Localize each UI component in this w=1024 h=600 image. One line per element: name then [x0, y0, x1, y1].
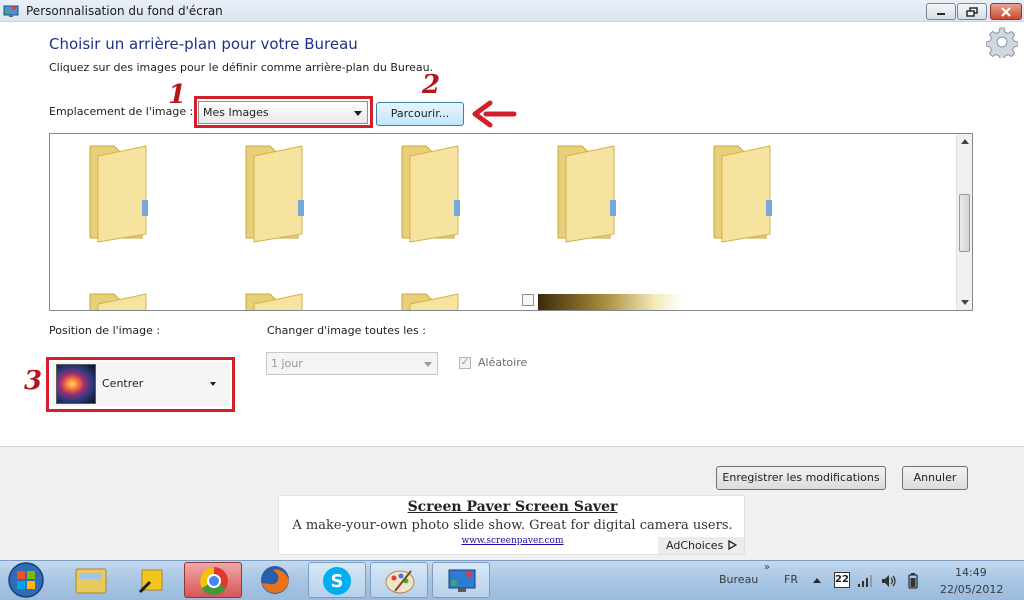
- cancel-button[interactable]: Annuler: [902, 466, 968, 490]
- location-select[interactable]: Mes Images: [198, 101, 368, 124]
- folder-icon[interactable]: [84, 286, 174, 311]
- interval-label: Changer d'image toutes les :: [267, 324, 426, 337]
- folder-icon[interactable]: [240, 286, 330, 311]
- annotation-number-2: 2: [422, 70, 441, 100]
- clock-time[interactable]: 14:49: [955, 566, 987, 579]
- calendar-tray-icon[interactable]: 22: [834, 572, 850, 588]
- scroll-up-icon[interactable]: [961, 139, 969, 144]
- chevron-down-icon: [424, 362, 432, 367]
- chrome-icon: [200, 567, 228, 595]
- toolbar-chevron-icon[interactable]: »: [764, 562, 770, 573]
- personalization-icon: [448, 569, 476, 592]
- minimize-button[interactable]: [926, 3, 956, 20]
- toolbar-label-bureau[interactable]: Bureau: [719, 573, 758, 586]
- scroll-thumb[interactable]: [959, 194, 970, 252]
- page-title: Choisir un arrière-plan pour votre Burea…: [49, 35, 358, 53]
- network-signal-icon[interactable]: [857, 574, 873, 588]
- clock-date[interactable]: 22/05/2012: [940, 583, 1003, 596]
- firefox-icon: [261, 566, 289, 594]
- volume-icon[interactable]: [881, 574, 897, 588]
- gear-icon: [986, 27, 1018, 58]
- taskbar-personalization[interactable]: [432, 562, 490, 598]
- close-icon: [1001, 6, 1011, 17]
- paint-icon: [385, 570, 415, 594]
- title-bar: Personnalisation du fond d'écran: [0, 0, 1024, 22]
- taskbar-paint[interactable]: [370, 562, 428, 598]
- close-button[interactable]: [990, 3, 1022, 20]
- shuffle-label: Aléatoire: [478, 356, 528, 369]
- wallpaper-preview-thumbnail: [56, 364, 96, 404]
- chevron-down-icon: [354, 111, 362, 116]
- folder-icon[interactable]: [708, 138, 798, 248]
- image-gallery[interactable]: [49, 133, 973, 311]
- taskbar-skype[interactable]: S: [308, 562, 366, 598]
- arrow-left-icon: [472, 100, 517, 128]
- page-instructions: Cliquez sur des images pour le définir c…: [49, 61, 434, 74]
- annotation-number-3: 3: [24, 366, 43, 396]
- show-hidden-icons-icon[interactable]: [812, 576, 822, 584]
- position-select-value: Centrer: [102, 377, 144, 390]
- adchoices-label: AdChoices: [666, 539, 724, 552]
- restore-icon: [966, 6, 978, 17]
- window-title: Personnalisation du fond d'écran: [26, 4, 223, 18]
- folder-icon[interactable]: [84, 138, 174, 248]
- interval-select[interactable]: 1 jour: [266, 352, 438, 375]
- ad-description: A make-your-own photo slide show. Great …: [292, 518, 733, 533]
- gallery-scrollbar[interactable]: [956, 134, 972, 310]
- browse-button[interactable]: Parcourir...: [376, 102, 464, 126]
- chevron-down-icon: [210, 382, 216, 386]
- svg-text:S: S: [331, 571, 344, 592]
- folder-icon[interactable]: [552, 138, 642, 248]
- taskbar-shortcut[interactable]: [122, 562, 180, 598]
- windows-explorer-icon: [75, 568, 107, 594]
- ad-title[interactable]: Screen Paver Screen Saver: [279, 499, 746, 515]
- advertisement[interactable]: Screen Paver Screen Saver A make-your-ow…: [278, 495, 745, 555]
- taskbar-firefox[interactable]: [246, 562, 304, 598]
- image-select-checkbox[interactable]: [522, 294, 534, 306]
- taskbar-chrome[interactable]: [184, 562, 242, 598]
- taskbar-windows-explorer[interactable]: [62, 562, 120, 598]
- folder-icon[interactable]: [396, 138, 486, 248]
- shortcut-icon: [138, 569, 163, 594]
- position-select[interactable]: Centrer: [52, 362, 230, 406]
- language-indicator[interactable]: FR: [784, 573, 798, 586]
- interval-select-value: 1 jour: [271, 357, 303, 370]
- position-label: Position de l'image :: [49, 324, 161, 337]
- restore-button[interactable]: [957, 3, 987, 20]
- annotation-number-1: 1: [168, 80, 187, 110]
- personalization-app-icon: [3, 5, 19, 17]
- location-select-value: Mes Images: [203, 106, 269, 119]
- adchoices-icon: [728, 539, 738, 551]
- adchoices-badge[interactable]: AdChoices: [658, 537, 744, 554]
- skype-icon: S: [323, 567, 351, 595]
- start-button-icon[interactable]: [6, 561, 46, 599]
- scroll-down-icon[interactable]: [961, 300, 969, 305]
- folder-icon[interactable]: [396, 286, 486, 311]
- folder-icon[interactable]: [240, 138, 330, 248]
- shuffle-checkbox[interactable]: ✓: [459, 357, 471, 369]
- save-changes-button[interactable]: Enregistrer les modifications: [716, 466, 886, 490]
- minimize-icon: [937, 12, 945, 15]
- image-thumbnail[interactable]: [538, 294, 683, 310]
- battery-icon[interactable]: [907, 573, 919, 589]
